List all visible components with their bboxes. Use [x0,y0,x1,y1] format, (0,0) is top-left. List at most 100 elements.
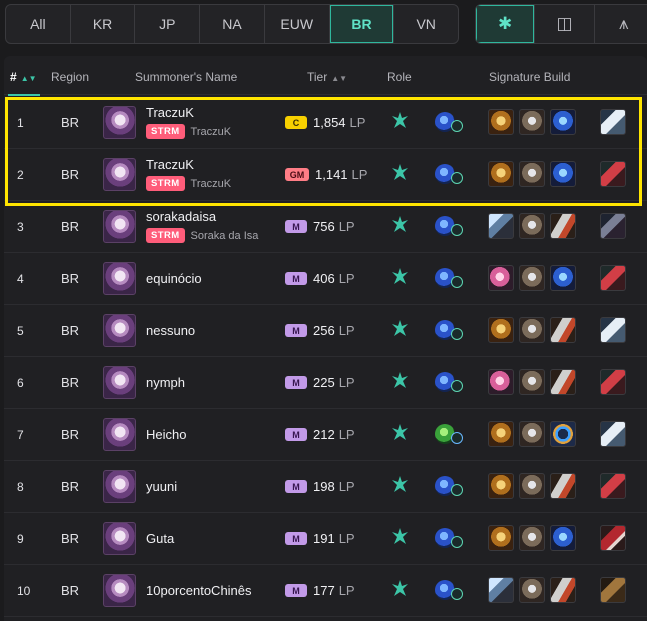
item-icon[interactable] [488,265,514,291]
region: BR [61,115,80,130]
header-tier[interactable]: Tier ▲▼ [307,70,347,84]
table-row[interactable]: 6 BR nymph M 225 LP [4,357,647,409]
table-row[interactable]: 2 BR TraczuK STRM TraczuK GM 1,141 LP [4,149,647,201]
tab-br[interactable]: BR [329,5,395,43]
rune-icon[interactable] [435,212,463,240]
item-icon[interactable] [550,213,576,239]
boots-icon[interactable] [600,525,626,551]
item-icon[interactable] [519,109,545,135]
support-role-icon [391,163,409,183]
item-icon[interactable] [550,577,576,603]
lp-value: 256 [313,323,335,338]
secondary-rune-icon [451,328,463,340]
table-row[interactable]: 3 BR sorakadaisa STRM Soraka da Isa M 756 LP [4,201,647,253]
item-icon[interactable] [550,473,576,499]
region: BR [61,323,80,338]
tier-badge: M [285,220,307,233]
boots-icon[interactable] [600,577,626,603]
rune-icon[interactable] [435,160,463,188]
item-icon[interactable] [519,213,545,239]
tab-na[interactable]: NA [200,5,265,43]
rune-icon[interactable] [435,264,463,292]
rune-icon[interactable] [435,472,463,500]
filter-grass-icon[interactable]: ⩚ [595,5,647,43]
header-tier-label: Tier [307,70,328,84]
rune-icon[interactable] [435,420,463,448]
item-icon[interactable] [488,525,514,551]
team-tag: STRM [146,176,185,191]
item-icon[interactable] [519,369,545,395]
item-icon[interactable] [519,421,545,447]
table-row[interactable]: 9 BR Guta M 191 LP [4,513,647,565]
rune-icon[interactable] [435,316,463,344]
item-icon[interactable] [519,473,545,499]
summoner-name[interactable]: Guta [146,531,174,546]
item-icon[interactable] [519,265,545,291]
item-icon[interactable] [488,369,514,395]
header-rank-label: # [10,70,17,84]
summoner-name[interactable]: TraczuK [146,157,194,172]
champion-avatar [103,522,136,555]
table-row[interactable]: 1 BR TraczuK STRM TraczuK C 1,854 LP [4,97,647,149]
summoner-name[interactable]: nessuno [146,323,195,338]
rune-icon[interactable] [435,368,463,396]
rank: 8 [17,480,24,494]
item-icon[interactable] [488,317,514,343]
table-row[interactable]: 10 BR 10porcentoChinês M 177 LP [4,565,647,617]
boots-icon[interactable] [600,317,626,343]
header-rank[interactable]: # ▲▼ [10,70,37,84]
table-row[interactable]: 8 BR yuuni M 198 LP [4,461,647,513]
filter-asterisk-icon[interactable]: ✱ [476,5,536,43]
table-row[interactable]: 5 BR nessuno M 256 LP [4,305,647,357]
tab-all[interactable]: All [6,5,71,43]
filter-square-icon[interactable]: ◫ [535,5,595,43]
item-icon[interactable] [488,421,514,447]
boots-icon[interactable] [600,161,626,187]
table-row[interactable]: 7 BR Heicho M 212 LP [4,409,647,461]
boots-icon[interactable] [600,213,626,239]
lp-value: 406 [313,271,335,286]
rune-icon[interactable] [435,576,463,604]
item-icon[interactable] [519,577,545,603]
item-icon[interactable] [550,109,576,135]
item-icon[interactable] [488,473,514,499]
summoner-name[interactable]: sorakadaisa [146,209,216,224]
tab-kr[interactable]: KR [71,5,136,43]
item-icon[interactable] [550,421,576,447]
tab-vn[interactable]: VN [394,5,458,43]
boots-icon[interactable] [600,421,626,447]
boots-icon[interactable] [600,473,626,499]
table-row[interactable]: 4 BR equinócio M 406 LP [4,253,647,305]
item-icon[interactable] [550,317,576,343]
item-icon[interactable] [488,213,514,239]
tab-euw[interactable]: EUW [265,5,330,43]
item-icon[interactable] [488,161,514,187]
rune-icon[interactable] [435,524,463,552]
summoner-name[interactable]: nymph [146,375,185,390]
item-icon[interactable] [488,577,514,603]
item-icon[interactable] [488,109,514,135]
item-icon[interactable] [550,525,576,551]
rune-icon[interactable] [435,108,463,136]
summoner-name[interactable]: yuuni [146,479,177,494]
item-icon[interactable] [550,265,576,291]
boots-icon[interactable] [600,109,626,135]
tier: C 1,854 LP [285,115,365,130]
summoner-name[interactable]: 10porcentoChinês [146,583,252,598]
summoner-name[interactable]: Heicho [146,427,186,442]
boots-icon[interactable] [600,265,626,291]
item-icon[interactable] [550,369,576,395]
item-icon[interactable] [519,161,545,187]
summoner-name[interactable]: TraczuK [146,105,194,120]
team-player-name: Soraka da Isa [190,229,259,242]
boots-icon[interactable] [600,369,626,395]
tab-jp[interactable]: JP [135,5,201,43]
tier-badge: GM [285,168,309,181]
secondary-rune-icon [451,484,463,496]
support-role-icon [391,371,409,391]
secondary-rune-icon [451,172,463,184]
item-icon[interactable] [519,317,545,343]
item-icon[interactable] [519,525,545,551]
item-icon[interactable] [550,161,576,187]
summoner-name[interactable]: equinócio [146,271,202,286]
